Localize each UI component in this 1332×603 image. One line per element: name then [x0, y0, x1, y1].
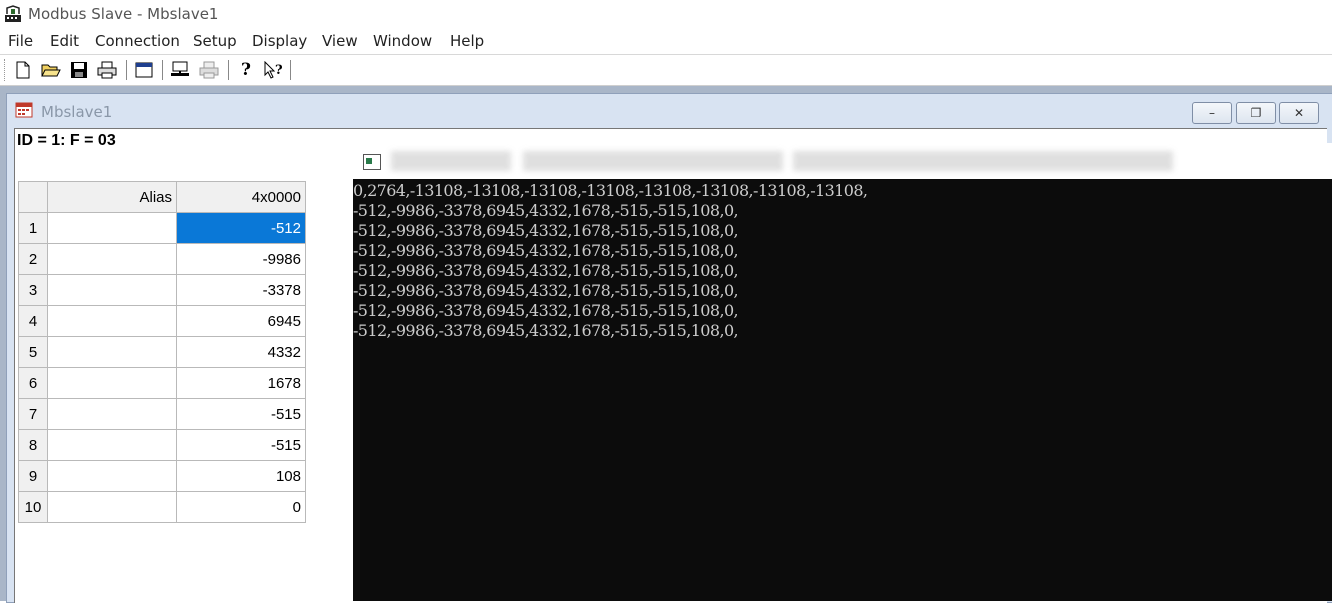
- table-row[interactable]: 9 108: [18, 460, 306, 492]
- row-number-cell[interactable]: 8: [18, 429, 48, 461]
- print-icon[interactable]: [96, 59, 118, 81]
- table-header-row: Alias 4x0000: [18, 181, 306, 213]
- window-icon[interactable]: [133, 59, 155, 81]
- toolbar: ? ?: [0, 55, 1332, 86]
- child-window-title: Mbslave1: [41, 103, 113, 121]
- console-line: -512,-9986,-3378,6945,4332,1678,-515,-51…: [353, 261, 739, 280]
- register-value-cell[interactable]: 1678: [176, 367, 306, 399]
- alias-cell[interactable]: [47, 460, 177, 492]
- register-value-cell[interactable]: -515: [176, 398, 306, 430]
- redacted-title-segment: [391, 151, 511, 171]
- register-value-cell[interactable]: 108: [176, 460, 306, 492]
- app-titlebar: Modbus Slave - Mbslave1: [0, 0, 1332, 28]
- child-titlebar[interactable]: Mbslave1 – ❐ ✕: [7, 94, 1332, 126]
- connect-icon[interactable]: [169, 59, 191, 81]
- disconnect-icon[interactable]: [198, 59, 220, 81]
- menu-setup[interactable]: Setup: [193, 32, 237, 50]
- console-line: -512,-9986,-3378,6945,4332,1678,-515,-51…: [353, 321, 739, 340]
- console-titlebar[interactable]: [353, 143, 1332, 179]
- menu-display[interactable]: Display: [252, 32, 307, 50]
- toolbar-grip[interactable]: [4, 59, 8, 81]
- console-line: 0,2764,-13108,-13108,-13108,-13108,-1310…: [353, 181, 868, 200]
- register-grid: Alias 4x0000 1 -512 2 -9986 3 -3378 4 6945 5 4332…: [18, 181, 308, 523]
- register-value-cell[interactable]: 4332: [176, 336, 306, 368]
- context-help-icon[interactable]: ?: [263, 59, 285, 81]
- table-row[interactable]: 7 -515: [18, 398, 306, 430]
- slave-id-function-status: ID = 1: F = 03: [17, 132, 116, 149]
- row-number-cell[interactable]: 3: [18, 274, 48, 306]
- redacted-title-segment: [793, 151, 1173, 171]
- modbus-slave-app-icon: [5, 5, 21, 22]
- alias-column-header[interactable]: Alias: [47, 181, 177, 213]
- new-icon[interactable]: [12, 59, 34, 81]
- register-value-cell[interactable]: -9986: [176, 243, 306, 275]
- console-line: -512,-9986,-3378,6945,4332,1678,-515,-51…: [353, 201, 739, 220]
- row-number-cell[interactable]: 5: [18, 336, 48, 368]
- menu-edit[interactable]: Edit: [50, 32, 79, 50]
- document-window-icon: [15, 102, 33, 118]
- alias-cell[interactable]: [47, 274, 177, 306]
- alias-cell[interactable]: [47, 491, 177, 523]
- console-window: 0,2764,-13108,-13108,-13108,-13108,-1310…: [353, 143, 1332, 601]
- alias-cell[interactable]: [47, 429, 177, 461]
- console-line: -512,-9986,-3378,6945,4332,1678,-515,-51…: [353, 301, 739, 320]
- row-number-cell[interactable]: 6: [18, 367, 48, 399]
- restore-icon: ❐: [1250, 106, 1262, 120]
- row-number-cell[interactable]: 2: [18, 243, 48, 275]
- table-row[interactable]: 8 -515: [18, 429, 306, 461]
- console-line: -512,-9986,-3378,6945,4332,1678,-515,-51…: [353, 221, 739, 240]
- row-number-cell[interactable]: 7: [18, 398, 48, 430]
- svg-text:?: ?: [275, 63, 283, 78]
- open-icon[interactable]: [40, 59, 62, 81]
- register-value-cell[interactable]: 0: [176, 491, 306, 523]
- menu-file[interactable]: File: [8, 32, 33, 50]
- alias-cell[interactable]: [47, 398, 177, 430]
- menu-window[interactable]: Window: [373, 32, 432, 50]
- row-number-cell[interactable]: 9: [18, 460, 48, 492]
- console-line: -512,-9986,-3378,6945,4332,1678,-515,-51…: [353, 241, 739, 260]
- table-row[interactable]: 4 6945: [18, 305, 306, 337]
- help-icon[interactable]: ?: [235, 59, 257, 81]
- console-line: -512,-9986,-3378,6945,4332,1678,-515,-51…: [353, 281, 739, 300]
- save-icon[interactable]: [68, 59, 90, 81]
- table-row[interactable]: 10 0: [18, 491, 306, 523]
- toolbar-separator: [228, 60, 229, 80]
- console-app-icon: [363, 154, 381, 170]
- table-row[interactable]: 6 1678: [18, 367, 306, 399]
- row-number-cell[interactable]: 10: [18, 491, 48, 523]
- toolbar-separator: [290, 60, 291, 80]
- app-title: Modbus Slave - Mbslave1: [28, 5, 219, 23]
- register-value-cell[interactable]: -512: [176, 212, 306, 244]
- alias-cell[interactable]: [47, 305, 177, 337]
- alias-cell[interactable]: [47, 243, 177, 275]
- minimize-button[interactable]: –: [1192, 102, 1232, 124]
- row-number-cell[interactable]: 1: [18, 212, 48, 244]
- menu-view[interactable]: View: [322, 32, 358, 50]
- alias-cell[interactable]: [47, 336, 177, 368]
- table-row[interactable]: 1 -512: [18, 212, 306, 244]
- menu-help[interactable]: Help: [450, 32, 484, 50]
- menu-connection[interactable]: Connection: [95, 32, 180, 50]
- alias-cell[interactable]: [47, 367, 177, 399]
- minimize-icon: –: [1209, 106, 1215, 120]
- row-number-cell[interactable]: 4: [18, 305, 48, 337]
- console-output: 0,2764,-13108,-13108,-13108,-13108,-1310…: [353, 181, 1332, 341]
- toolbar-separator: [162, 60, 163, 80]
- alias-cell[interactable]: [47, 212, 177, 244]
- register-value-cell[interactable]: -515: [176, 429, 306, 461]
- redacted-title-segment: [523, 151, 783, 171]
- register-table: Alias 4x0000 1 -512 2 -9986 3 -3378 4 6945 5 4332…: [18, 181, 306, 523]
- close-icon: ✕: [1293, 106, 1305, 120]
- register-value-cell[interactable]: -3378: [176, 274, 306, 306]
- register-value-cell[interactable]: 6945: [176, 305, 306, 337]
- table-row[interactable]: 3 -3378: [18, 274, 306, 306]
- table-row[interactable]: 5 4332: [18, 336, 306, 368]
- restore-button[interactable]: ❐: [1236, 102, 1276, 124]
- toolbar-separator: [126, 60, 127, 80]
- menu-bar: File Edit Connection Setup Display View …: [0, 28, 1332, 55]
- close-button[interactable]: ✕: [1279, 102, 1319, 124]
- table-row[interactable]: 2 -9986: [18, 243, 306, 275]
- address-column-header[interactable]: 4x0000: [176, 181, 306, 213]
- grid-corner-cell[interactable]: [18, 181, 48, 213]
